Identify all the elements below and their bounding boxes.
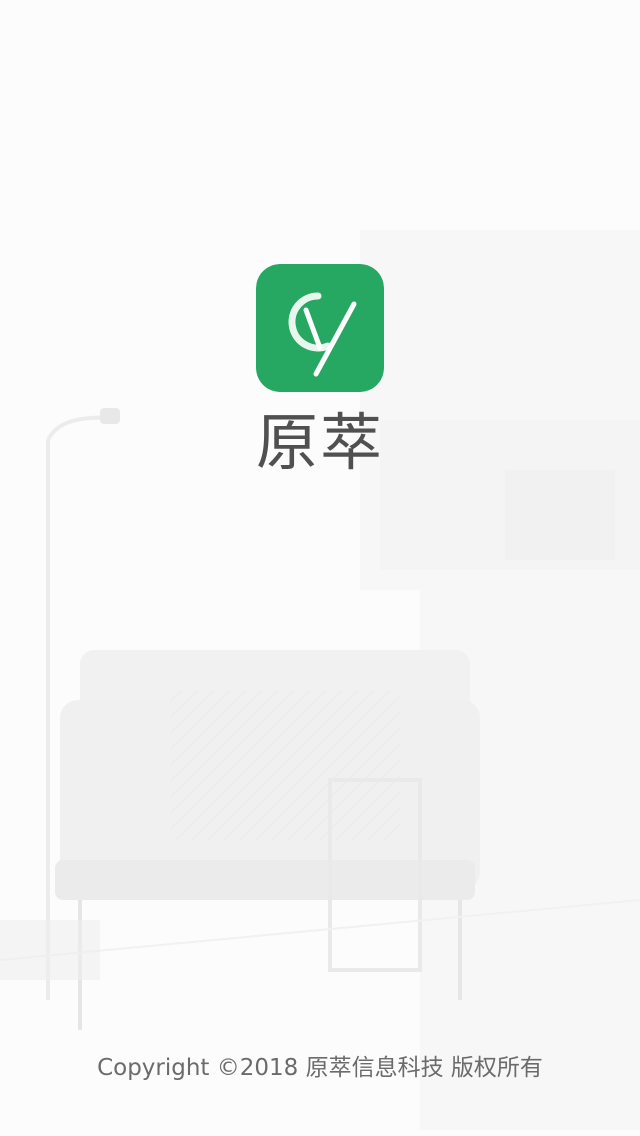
app-logo-icon (256, 264, 384, 392)
background-room-illustration (0, 0, 640, 1136)
splash-brand: 原萃 (0, 264, 640, 480)
copyright-text: Copyright ©2018 原萃信息科技 版权所有 (97, 1055, 543, 1081)
app-name: 原萃 (255, 406, 384, 479)
